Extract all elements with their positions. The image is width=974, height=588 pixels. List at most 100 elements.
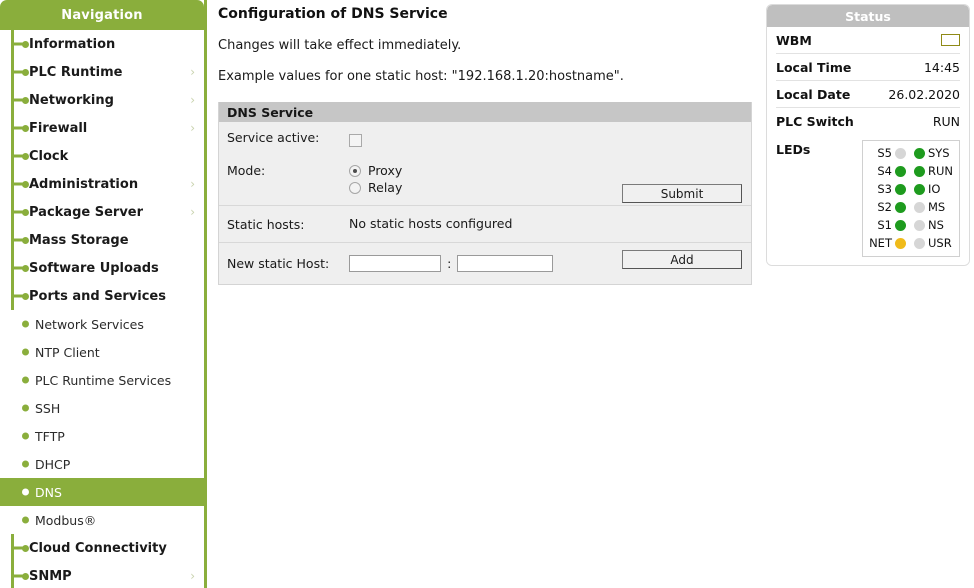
sidebar-item-package-server[interactable]: Package Server › xyxy=(0,198,204,226)
sidebar-item-label: PLC Runtime xyxy=(29,64,123,80)
row-new-static-host: New static Host: : Add xyxy=(219,243,751,284)
sidebar-item-label: Clock xyxy=(29,148,69,164)
bullet-icon xyxy=(14,42,26,46)
sidebar-item-administration[interactable]: Administration › xyxy=(0,170,204,198)
led-row: S1 NS xyxy=(869,216,953,234)
led-right-label: SYS xyxy=(927,146,950,160)
status-value-plc-switch: RUN xyxy=(932,114,960,129)
radio-proxy[interactable] xyxy=(349,164,361,177)
led-left-label: S1 xyxy=(877,218,892,232)
status-row-local-date: Local Date 26.02.2020 xyxy=(776,81,960,108)
sidebar-item-cloud-connectivity[interactable]: Cloud Connectivity xyxy=(0,534,204,562)
led-indicator-ms xyxy=(913,201,925,213)
led-indicator-net xyxy=(894,237,906,249)
bullet-icon xyxy=(14,546,26,550)
page-title: Configuration of DNS Service xyxy=(218,6,448,22)
sidebar-item-label: SSH xyxy=(35,400,61,416)
sidebar-item-label: Networking xyxy=(29,92,114,108)
bullet-icon xyxy=(22,348,29,356)
led-left-label: S5 xyxy=(877,146,892,160)
submit-button[interactable]: Submit xyxy=(622,184,742,203)
sidebar-item-label: Information xyxy=(29,36,116,52)
bullet-icon xyxy=(14,294,26,298)
led-right-label: USR xyxy=(927,236,952,250)
led-row: S2 MS xyxy=(869,198,953,216)
sidebar-item-clock[interactable]: Clock xyxy=(0,142,204,170)
row-mode: Mode: Proxy Relay Submit xyxy=(219,155,751,205)
bullet-icon xyxy=(22,516,29,524)
bullet-icon xyxy=(14,154,26,158)
wbm-indicator-icon xyxy=(941,34,960,46)
sidebar-item-networking[interactable]: Networking › xyxy=(0,86,204,114)
chevron-right-icon: › xyxy=(190,205,195,219)
chevron-right-icon: › xyxy=(190,65,195,79)
sidebar-item-label: Ports and Services xyxy=(29,288,166,304)
panel-body: Service active: Mode: Proxy Relay Submit… xyxy=(219,122,751,284)
new-host-ip-input[interactable] xyxy=(349,255,441,272)
led-indicator-usr xyxy=(913,237,925,249)
chevron-right-icon: › xyxy=(190,177,195,191)
sidebar-item-label: Mass Storage xyxy=(29,232,129,248)
status-key-plc-switch: PLC Switch xyxy=(776,114,854,129)
radio-relay[interactable] xyxy=(349,181,361,194)
bullet-icon xyxy=(14,126,26,130)
led-indicator-s2 xyxy=(894,201,906,213)
sidebar-item-plc-runtime-services[interactable]: PLC Runtime Services xyxy=(0,366,204,394)
add-button[interactable]: Add xyxy=(622,250,742,269)
sidebar-item-dhcp[interactable]: DHCP xyxy=(0,450,204,478)
dns-service-panel: DNS Service Service active: Mode: Proxy … xyxy=(218,102,752,285)
page-root: Navigation Information PLC Runtime › Networ… xyxy=(0,0,974,588)
status-row-plc-switch: PLC Switch RUN xyxy=(776,108,960,135)
sidebar-item-snmp[interactable]: SNMP › xyxy=(0,562,204,588)
mode-option-proxy[interactable]: Proxy xyxy=(349,162,751,179)
sidebar-item-firewall[interactable]: Firewall › xyxy=(0,114,204,142)
page-note-example: Example values for one static host: "192… xyxy=(218,69,624,84)
led-right-label: MS xyxy=(927,200,946,214)
sidebar-item-ssh[interactable]: SSH xyxy=(0,394,204,422)
sidebar-item-label: Cloud Connectivity xyxy=(29,540,167,556)
sidebar-item-label: TFTP xyxy=(35,428,65,444)
bullet-icon xyxy=(22,376,29,384)
sidebar-item-network-services[interactable]: Network Services xyxy=(0,310,204,338)
status-key-local-date: Local Date xyxy=(776,86,851,102)
led-indicator-run xyxy=(913,165,925,177)
sidebar-item-dns[interactable]: DNS xyxy=(0,478,204,506)
service-active-label: Service active: xyxy=(227,130,320,145)
sidebar-item-label: NTP Client xyxy=(35,344,100,360)
service-active-checkbox[interactable] xyxy=(349,133,362,147)
sidebar-item-plc-runtime[interactable]: PLC Runtime › xyxy=(0,58,204,86)
status-row-leds: LEDs S5 SYS S4 RUN S3 IO S2 MS S1 NS NET USR xyxy=(776,135,960,257)
sidebar-item-ports-and-services[interactable]: Ports and Services xyxy=(0,282,204,310)
bullet-icon xyxy=(22,460,29,468)
chevron-right-icon: › xyxy=(190,121,195,135)
status-panel: Status WBM Local Time 14:45 Local Date 2… xyxy=(766,4,970,266)
sidebar-item-label: Firewall xyxy=(29,120,88,136)
sidebar-item-mass-storage[interactable]: Mass Storage xyxy=(0,226,204,254)
panel-title: DNS Service xyxy=(219,102,751,122)
led-indicator-sys xyxy=(913,147,925,159)
sidebar-item-label: PLC Runtime Services xyxy=(35,372,172,388)
status-header: Status xyxy=(767,5,969,27)
sidebar-item-ntp-client[interactable]: NTP Client xyxy=(0,338,204,366)
mode-label: Mode: xyxy=(227,163,266,178)
led-row: S5 SYS xyxy=(869,144,953,162)
page-note-immediate: Changes will take effect immediately. xyxy=(218,38,462,53)
navigation-list: Information PLC Runtime › Networking › Firewa… xyxy=(0,30,204,588)
led-indicator-s3 xyxy=(894,183,906,195)
sidebar-item-information[interactable]: Information xyxy=(0,30,204,58)
main-content: Configuration of DNS Service Changes wil… xyxy=(210,0,760,285)
sidebar-item-label: SNMP xyxy=(29,568,72,584)
sidebar-item-tftp[interactable]: TFTP xyxy=(0,422,204,450)
sidebar-item-label: Administration xyxy=(29,176,139,192)
new-host-label: New static Host: xyxy=(227,255,330,271)
bullet-icon xyxy=(14,182,26,186)
sidebar-item-modbus[interactable]: Modbus® xyxy=(0,506,204,534)
new-host-name-input[interactable] xyxy=(457,255,554,272)
bullet-icon xyxy=(14,98,26,102)
led-indicator-s4 xyxy=(894,165,906,177)
sidebar-item-software-uploads[interactable]: Software Uploads xyxy=(0,254,204,282)
bullet-icon xyxy=(14,70,26,74)
navigation-header: Navigation xyxy=(0,0,204,30)
service-active-control xyxy=(349,129,751,148)
sidebar-item-label: Software Uploads xyxy=(29,260,159,276)
